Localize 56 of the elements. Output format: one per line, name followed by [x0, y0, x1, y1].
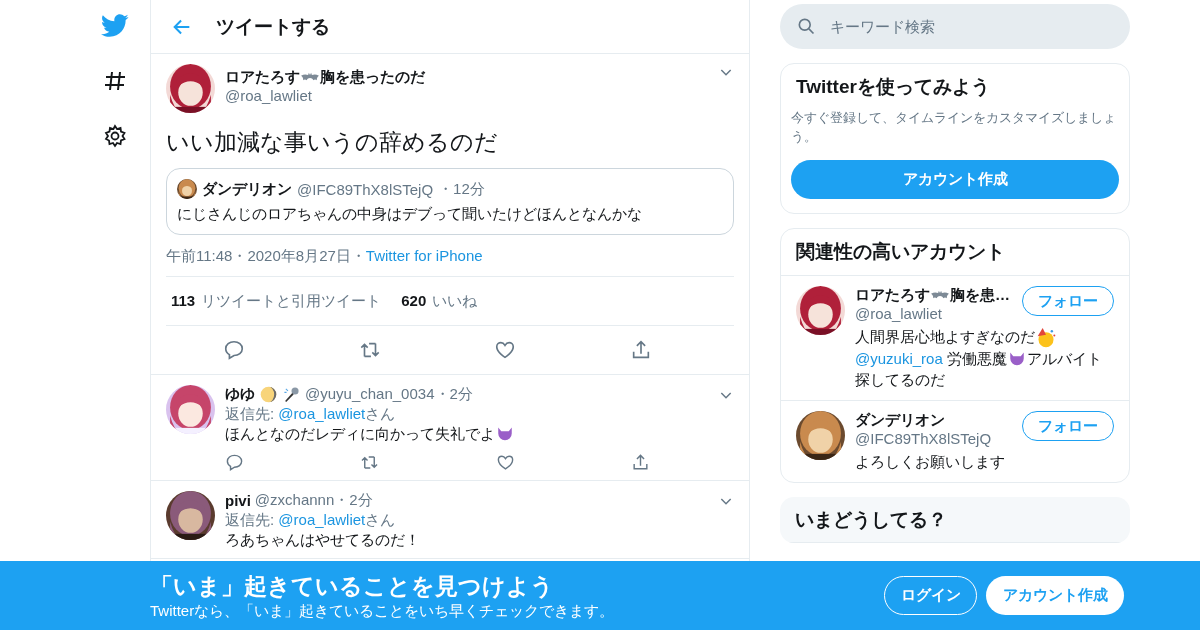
display-name: ダンデリオン — [202, 179, 292, 199]
search-field[interactable]: キーワード検索 — [780, 4, 1130, 49]
mention-link[interactable]: @roa_lawliet — [278, 511, 366, 528]
bio-text: よろしくお願いします — [855, 452, 1006, 473]
timestamp: ・12分 — [438, 179, 485, 199]
follow-button[interactable]: フォロー — [1022, 411, 1114, 442]
display-name: ダンデリオン — [855, 411, 945, 431]
heart-icon[interactable] — [494, 339, 517, 361]
user-handle: @roa_lawliet — [225, 87, 313, 104]
reply-text: ほんとなのだレディに向かって失礼でよ — [225, 425, 495, 444]
banner-text: Twitterなら、「いま」起きていることをいち早くチェックできます。 — [150, 601, 616, 621]
stat-count[interactable]: 113 リツイートと引用ツイート — [171, 291, 382, 311]
page-title: ツイートする — [216, 14, 330, 39]
card-title: いまどうしてる？ — [780, 497, 1130, 544]
microphone-icon — [283, 386, 300, 403]
follow-button[interactable]: フォロー — [1022, 286, 1114, 316]
reply-icon[interactable] — [222, 339, 245, 361]
bird-logo-icon[interactable] — [101, 14, 129, 38]
mention-link[interactable]: @roa_lawliet — [278, 405, 366, 422]
user-handle: @zxchannn・2分 — [254, 491, 374, 510]
tweet-text: いい加減な事いうの辞めるのだ — [166, 128, 499, 157]
party-face-icon — [1036, 328, 1056, 349]
tweet-time: 午前11:48 — [166, 247, 233, 266]
display-name-suffix: 胸を患ったのだ — [320, 68, 425, 87]
source-link[interactable]: Twitter for iPhone — [365, 247, 483, 266]
display-name: ロアたろす — [225, 68, 300, 87]
reply-icon[interactable] — [225, 453, 244, 472]
signup-button[interactable]: アカウント作成 — [986, 576, 1124, 615]
user-handle: @yuyu_chan_0034・2分 — [305, 385, 474, 404]
user-handle: @IFC89ThX8lSTejQ — [855, 430, 993, 448]
hashtag-icon[interactable] — [103, 69, 127, 93]
signup-button[interactable]: アカウント作成 — [791, 160, 1119, 199]
stat-count[interactable]: 620 いいね — [401, 291, 478, 311]
bio-text: 人間界居心地よすぎなのだ @yuzuki_roa 労働悪魔 アルバイト探してるのだ — [855, 327, 1103, 391]
tweet-date: ・2020年8月27日・ — [232, 247, 366, 266]
card-title: Twitterを使ってみよう — [795, 75, 991, 99]
signup-text: 今すぐ登録して、タイムラインをカスタマイズしましょう。 — [791, 109, 1117, 146]
card-title: 関連性の高いアカウント — [781, 229, 1129, 276]
user-handle: @roa_lawliet — [855, 305, 943, 322]
display-name-suffix: 胸を患… — [950, 286, 1010, 305]
reply-text: ろあちゃんはやせてるのだ！ — [225, 531, 420, 550]
quoted-text: にじさんじのロアちゃんの中身はデブって聞いたけどほんとなんかな — [177, 205, 643, 224]
display-name: ロアたろす — [855, 286, 930, 305]
share-icon[interactable] — [631, 453, 650, 472]
retweet-icon[interactable] — [360, 453, 380, 472]
moon-icon — [260, 386, 277, 403]
mention-link[interactable]: @yuzuki_roa — [855, 350, 943, 368]
quoted-tweet[interactable]: ダンデリオン @IFC89ThX8lSTejQ ・12分 にじさんじのロアちゃんの中身はデブって聞いたけどほんとなんかな — [166, 168, 734, 235]
reply-to-text: 返信先: @roa_lawlietさん — [225, 511, 397, 530]
user-handle: @IFC89ThX8lSTejQ — [297, 180, 434, 198]
display-name: pivi — [225, 492, 251, 509]
reply-to-text: 返信先: @roa_lawlietさん — [225, 405, 397, 424]
display-name: ゆゆ — [225, 385, 255, 404]
banner-title: 「いま」起きていることを見つけよう — [150, 571, 555, 601]
settings-icon[interactable] — [103, 124, 127, 148]
heart-icon[interactable] — [495, 453, 515, 472]
